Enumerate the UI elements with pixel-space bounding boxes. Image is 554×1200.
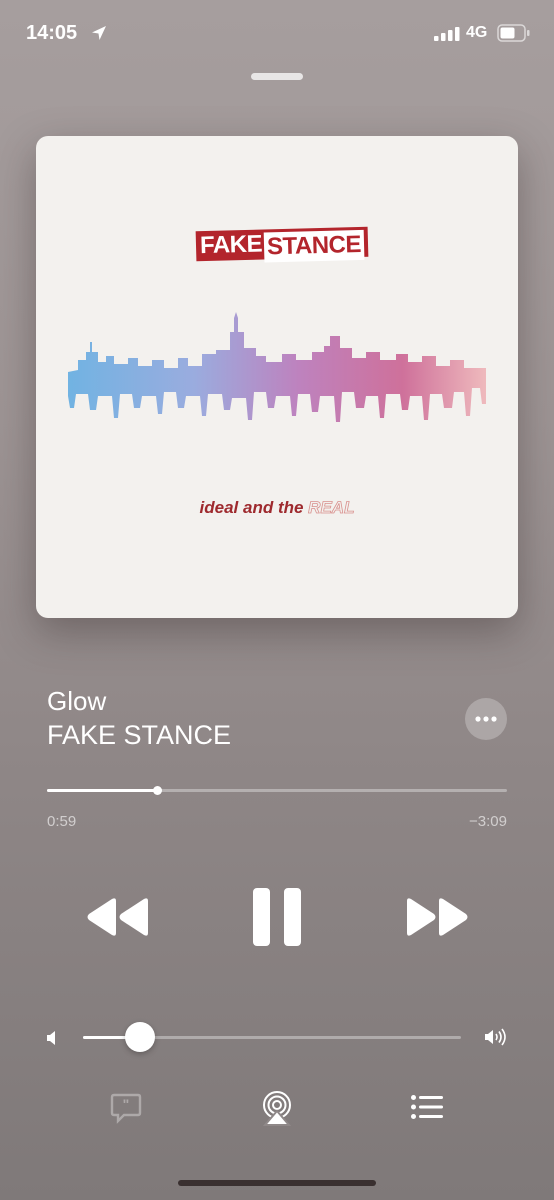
- ellipsis-icon: [475, 716, 497, 722]
- status-time: 14:05: [26, 22, 78, 44]
- status-bar: 14:05 4G: [0, 0, 554, 70]
- speaker-low-icon: [47, 1031, 55, 1045]
- track-artist[interactable]: FAKE STANCE: [47, 720, 231, 751]
- battery-icon: [497, 24, 530, 42]
- location-arrow-icon: [92, 26, 106, 40]
- volume-handle[interactable]: [124, 1022, 155, 1052]
- more-options-button[interactable]: [465, 698, 507, 740]
- speaker-high-icon: [485, 1028, 506, 1046]
- queue-list-icon[interactable]: [411, 1095, 443, 1119]
- skyline-illustration: [68, 312, 486, 422]
- playback-scrubber[interactable]: [47, 786, 507, 795]
- album-subtitle: ideal and the REAL: [199, 498, 355, 518]
- network-type: 4G: [466, 24, 488, 41]
- lyrics-icon[interactable]: ": [110, 1092, 142, 1124]
- cellular-signal-icon: [434, 27, 460, 41]
- home-indicator[interactable]: [178, 1180, 376, 1186]
- pause-icon[interactable]: [253, 888, 301, 946]
- elapsed-time: 0:59: [47, 813, 77, 830]
- scrubber-handle[interactable]: [153, 786, 163, 795]
- svg-text:": ": [123, 1096, 130, 1112]
- volume-slider[interactable]: [83, 1022, 461, 1052]
- rewind-icon[interactable]: [86, 897, 150, 937]
- airplay-icon[interactable]: [260, 1090, 294, 1126]
- album-band-logo: FAKE STANCE: [195, 226, 369, 263]
- fast-forward-icon[interactable]: [405, 897, 469, 937]
- remaining-time: −3:09: [469, 813, 507, 830]
- album-artwork: FAKE STANCE ideal and the REAL: [36, 136, 518, 618]
- track-title: Glow: [47, 686, 107, 716]
- scrubber-progress: [47, 789, 158, 792]
- sheet-grabber[interactable]: [251, 73, 303, 80]
